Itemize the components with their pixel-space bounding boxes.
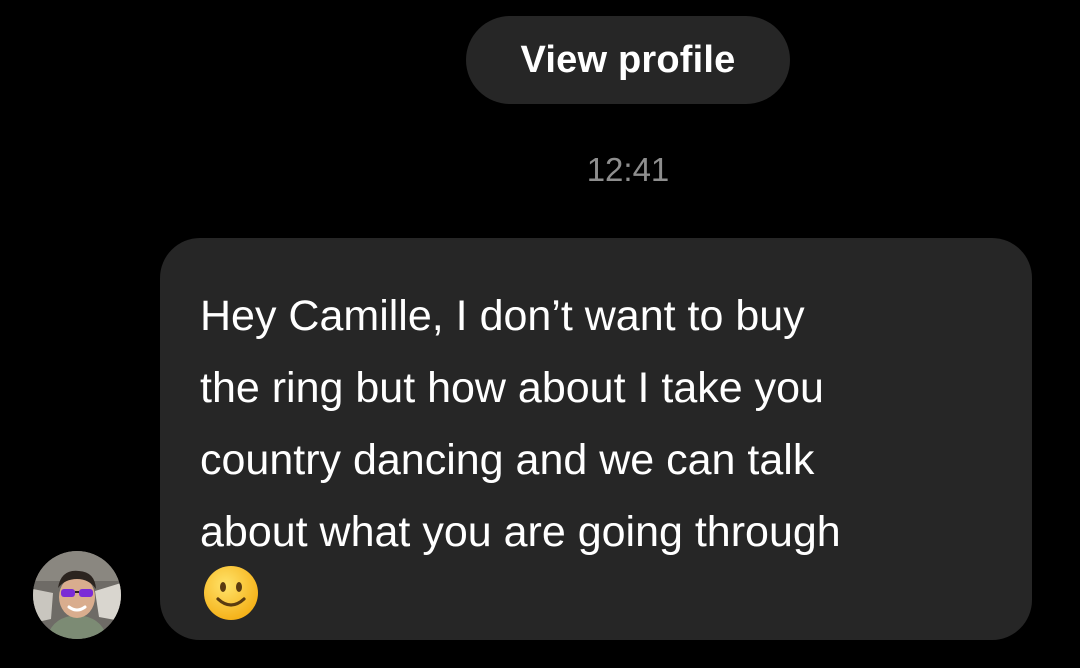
message-timestamp: 12:41: [586, 151, 670, 188]
message-text: Hey Camille, I don’t want to buy the rin…: [200, 292, 841, 556]
view-profile-button[interactable]: View profile: [466, 16, 790, 104]
message-bubble[interactable]: Hey Camille, I don’t want to buy the rin…: [160, 238, 1032, 640]
avatar[interactable]: [33, 551, 121, 639]
avatar-photo: [33, 551, 121, 639]
slightly-smiling-face-icon: [204, 566, 258, 620]
